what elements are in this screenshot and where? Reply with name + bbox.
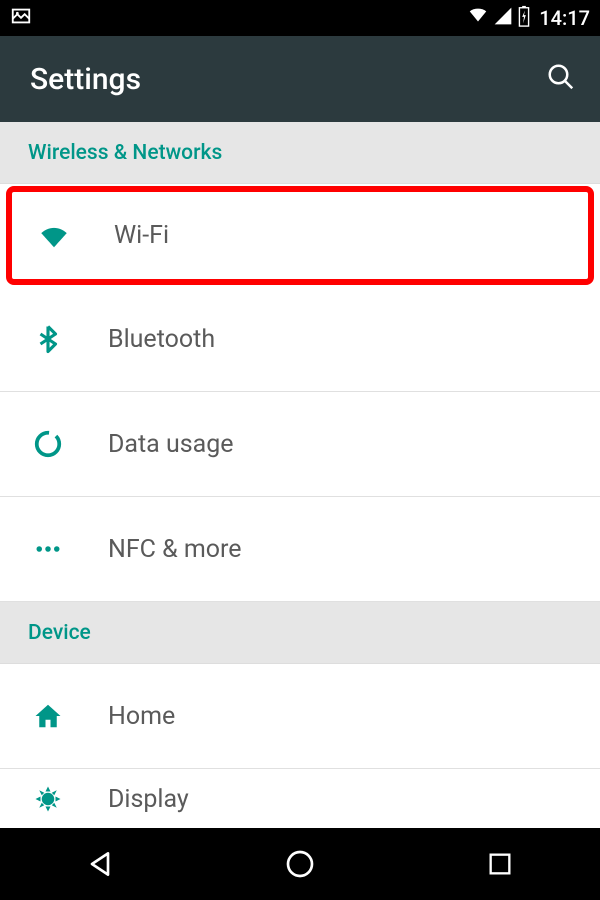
data-usage-icon	[30, 426, 66, 462]
settings-label: Bluetooth	[108, 325, 215, 354]
wifi-status-icon	[467, 5, 489, 31]
wifi-icon	[36, 218, 72, 254]
settings-item-data-usage[interactable]: Data usage	[0, 392, 600, 497]
settings-item-display[interactable]: Display	[0, 769, 600, 828]
battery-charging-icon	[517, 5, 531, 31]
display-icon	[30, 781, 66, 817]
home-icon	[30, 698, 66, 734]
signal-icon	[493, 6, 513, 30]
section-header-device: Device	[0, 602, 600, 664]
page-title: Settings	[30, 62, 141, 97]
settings-label: Home	[108, 702, 175, 731]
section-header-wireless: Wireless & Networks	[0, 122, 600, 184]
bluetooth-icon	[30, 321, 66, 357]
home-button[interactable]	[280, 844, 320, 884]
settings-item-home[interactable]: Home	[0, 664, 600, 769]
picture-icon	[10, 5, 32, 31]
section-title: Device	[28, 621, 91, 645]
section-title: Wireless & Networks	[28, 141, 222, 165]
search-button[interactable]	[546, 62, 576, 96]
settings-label: NFC & more	[108, 535, 242, 564]
settings-label: Data usage	[108, 430, 234, 459]
settings-item-bluetooth[interactable]: Bluetooth	[0, 287, 600, 392]
status-bar: 14:17	[0, 0, 600, 36]
back-button[interactable]	[80, 844, 120, 884]
status-time: 14:17	[539, 6, 590, 30]
settings-item-wifi[interactable]: Wi-Fi	[6, 186, 594, 285]
more-icon	[30, 531, 66, 567]
settings-label: Wi-Fi	[114, 221, 169, 250]
settings-label: Display	[108, 785, 189, 814]
app-bar: Settings	[0, 36, 600, 122]
navigation-bar	[0, 828, 600, 900]
recents-button[interactable]	[480, 844, 520, 884]
settings-item-nfc[interactable]: NFC & more	[0, 497, 600, 602]
